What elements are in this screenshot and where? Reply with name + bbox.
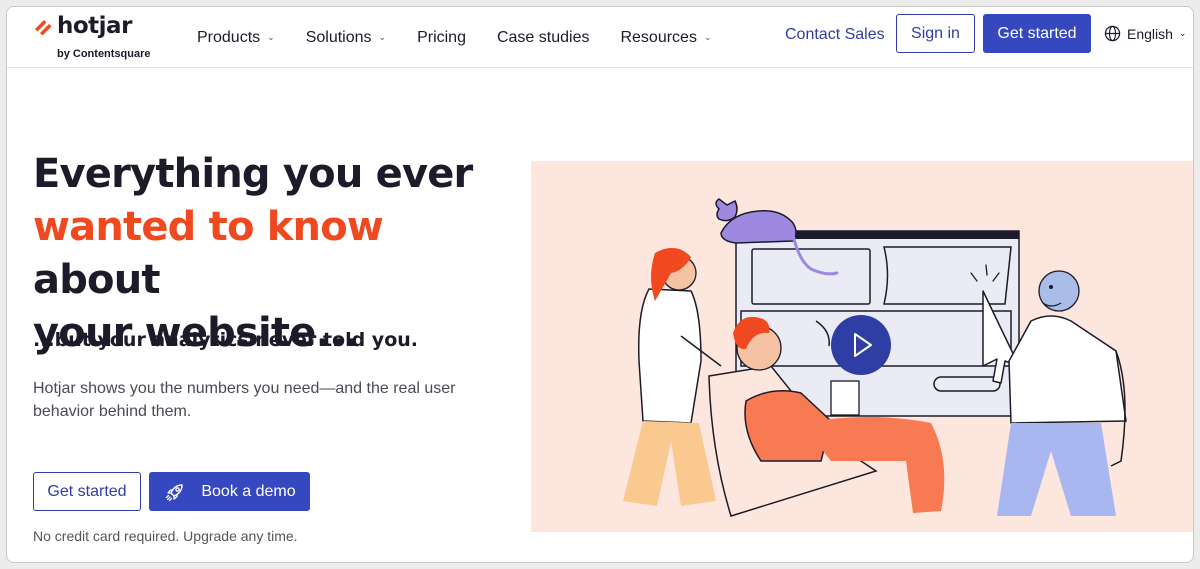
chevron-down-icon: ⌄ [1178, 28, 1187, 38]
nav-resources[interactable]: Resources ⌄ [620, 29, 711, 47]
nav-pricing-label: Pricing [417, 28, 466, 46]
chevron-down-icon: ⌄ [267, 32, 275, 42]
nav-products[interactable]: Products ⌄ [197, 29, 275, 47]
rocket-icon [166, 483, 184, 501]
browser-page: hotjar by Contentsquare Products ⌄ Solut… [6, 6, 1194, 563]
hero-subtitle: ...but your analytics never told you. [33, 329, 418, 351]
nav-solutions[interactable]: Solutions ⌄ [306, 29, 386, 47]
chevron-down-icon: ⌄ [703, 32, 712, 42]
nav-products-label: Products [197, 28, 261, 46]
hero-description: Hotjar shows you the numbers you need—an… [33, 380, 456, 420]
chevron-down-icon: ⌄ [378, 32, 387, 42]
nav-case-studies[interactable]: Case studies [497, 29, 590, 47]
language-selector[interactable]: English ⌄ [1104, 25, 1186, 42]
hero-illustration [531, 161, 1193, 532]
nav-resources-label: Resources [620, 28, 697, 46]
main-nav: Products ⌄ Solutions ⌄ Pricing Case stud… [197, 7, 743, 68]
contact-sales-link[interactable]: Contact Sales [785, 26, 885, 44]
site-header: hotjar by Contentsquare Products ⌄ Solut… [7, 7, 1193, 68]
language-label: English [1127, 25, 1173, 42]
header-get-started-button[interactable]: Get started [983, 14, 1091, 53]
hero-title-accent: wanted to know [33, 204, 384, 250]
book-demo-label: Book a demo [201, 482, 296, 500]
hero-title-line2-tail: about [33, 257, 161, 303]
nav-pricing[interactable]: Pricing [417, 29, 466, 47]
nav-case-studies-label: Case studies [496, 28, 590, 46]
sign-in-button[interactable]: Sign in [896, 14, 975, 53]
logo-wordmark: hotjar [57, 13, 132, 39]
nav-solutions-label: Solutions [305, 28, 372, 46]
hotjar-logo[interactable]: hotjar by Contentsquare [33, 13, 173, 63]
book-demo-button[interactable]: Book a demo [149, 472, 310, 511]
hero-get-started-button[interactable]: Get started [33, 472, 141, 511]
globe-icon [1104, 25, 1121, 42]
hero-title-line1: Everything you ever [33, 151, 473, 197]
play-icon [831, 315, 891, 375]
logo-tagline: by Contentsquare [57, 48, 151, 60]
no-credit-card-note: No credit card required. Upgrade any tim… [33, 528, 298, 544]
hotjar-logo-icon [35, 20, 52, 36]
